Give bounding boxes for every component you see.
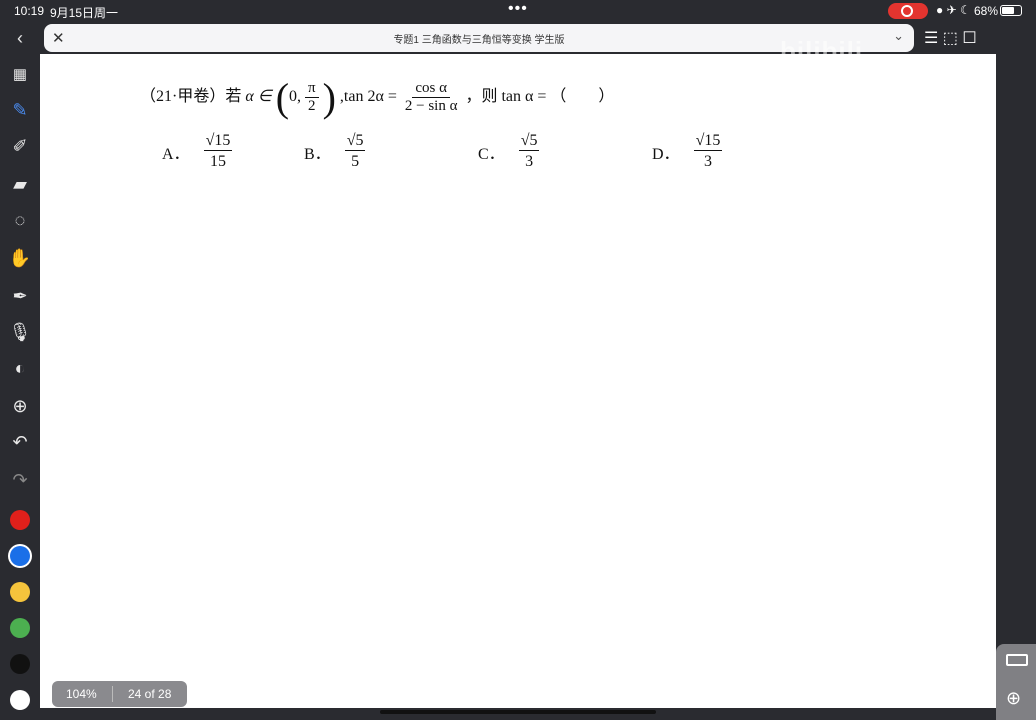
rhs-num: cos α [412, 80, 450, 98]
question-text: （21·甲卷）若 α ∈ (0, π 2) ,tan 2α = cos α2 − s… [140, 74, 614, 121]
lasso-icon[interactable]: ◌ [8, 208, 32, 232]
status-bar: 10:19 9月15日周一 ••• ● ✈ ☾ 68% [0, 0, 1036, 22]
pi-num: π [305, 80, 319, 98]
paren-close: ) [322, 75, 336, 120]
choice-den: 5 [351, 153, 360, 170]
bottom-right-panel: ⊕ [996, 644, 1036, 720]
shape-icon[interactable]: ◐ [8, 356, 32, 380]
choice-num: √5 [344, 132, 366, 151]
highlighter-icon[interactable]: ✐ [8, 134, 32, 158]
color-blue[interactable] [10, 546, 30, 566]
color-white[interactable] [10, 690, 30, 710]
choice-num: √5 [518, 132, 540, 151]
rhs-fraction: cos α2 − sin α [405, 80, 458, 115]
page-indicator[interactable]: 104% 24 of 28 [52, 681, 187, 707]
choice-label: A． [162, 145, 190, 163]
pi-over-two: π2 [305, 80, 319, 115]
pdf-page: （21·甲卷）若 α ∈ (0, π 2) ,tan 2α = cos α2 − s… [40, 54, 996, 708]
battery-icon [1000, 5, 1022, 16]
back-chevron-icon[interactable]: ‹ [8, 26, 32, 50]
undo-icon[interactable]: ↶ [8, 430, 32, 454]
rhs-den: 2 − sin α [404, 98, 458, 114]
screen-record-icon[interactable] [888, 3, 928, 19]
pipette-icon[interactable]: ✒ [8, 284, 32, 308]
color-black[interactable] [10, 654, 30, 674]
choice-label: C． [478, 145, 505, 163]
keyboard-icon[interactable] [1006, 654, 1028, 666]
choice-c: C． √5 3 [478, 132, 540, 171]
question-tail: ，则 tan α = （ ） [465, 88, 615, 106]
eraser-icon[interactable]: ▰ [8, 172, 32, 196]
chevron-down-icon[interactable]: ⌄ [893, 28, 904, 44]
choice-d: D． √15 3 [652, 132, 723, 171]
multitask-dots-icon[interactable]: ••• [508, 0, 528, 18]
question-source: （21·甲卷）若 [140, 88, 242, 106]
grid-icon[interactable]: ▦ [8, 62, 32, 86]
interval-start: 0, [289, 88, 302, 106]
choice-label: B． [304, 145, 331, 163]
outline-pages-icons[interactable]: ☰ ⬚ ☐ [924, 28, 977, 48]
date: 9月15日周一 [50, 6, 119, 20]
tan-text: ,tan 2α = [339, 88, 397, 106]
color-green[interactable] [10, 618, 30, 638]
choice-den: 15 [209, 153, 226, 170]
redo-icon[interactable]: ↷ [8, 468, 32, 492]
choice-fraction: √5 3 [518, 132, 540, 171]
divider [112, 686, 113, 702]
pen-icon[interactable]: ✎ [8, 98, 32, 122]
hand-icon[interactable]: ✋ [8, 246, 32, 270]
choice-fraction: √5 5 [344, 132, 366, 171]
home-indicator[interactable] [380, 710, 656, 714]
pi-den: 2 [308, 98, 316, 114]
color-red[interactable] [10, 510, 30, 530]
zoom-level: 104% [66, 687, 97, 701]
add-icon[interactable]: ⊕ [8, 394, 32, 418]
choice-b: B． √5 5 [304, 132, 366, 171]
choice-fraction: √15 15 [203, 132, 233, 171]
choice-den: 3 [525, 153, 534, 170]
choice-num: √15 [203, 132, 233, 151]
tool-sidebar: ‹ ▦ ✎ ✐ ▰ ◌ ✋ ✒ 🎙 ◐ ⊕ ↶ ↷ [0, 22, 40, 720]
battery-percent: 68% [974, 4, 999, 18]
alpha-in: α ∈ [245, 88, 272, 106]
choice-fraction: √15 3 [693, 132, 723, 171]
choice-den: 3 [703, 153, 712, 170]
choice-num: √15 [693, 132, 723, 151]
choice-a: A． √15 15 [162, 132, 233, 171]
airplane-moon-icon: ● ✈ ☾ [936, 3, 971, 17]
color-yellow[interactable] [10, 582, 30, 602]
microphone-icon[interactable]: 🎙 [8, 320, 32, 344]
page-count: 24 of 28 [128, 687, 172, 701]
clock: 10:19 [14, 4, 45, 18]
choice-label: D． [652, 145, 680, 163]
zoom-icon[interactable]: ⊕ [1006, 688, 1021, 709]
paren-open: ( [275, 75, 290, 120]
